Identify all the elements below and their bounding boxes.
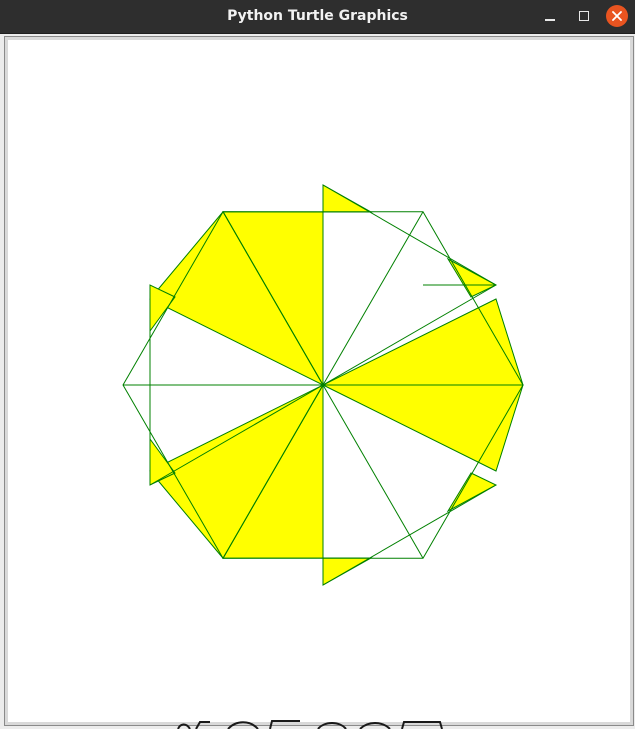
maximize-button[interactable] (573, 5, 595, 27)
minimize-button[interactable] (539, 5, 561, 27)
title-bar[interactable]: Python Turtle Graphics (0, 0, 635, 34)
canvas-frame (4, 36, 634, 726)
yellow-sector-lower-right (322, 384, 524, 472)
turtle-canvas[interactable] (8, 40, 630, 722)
spike-upper-right (446, 257, 498, 298)
spike-lower-right (446, 472, 498, 513)
minimize-icon (545, 19, 555, 21)
pen-line-12 (322, 484, 497, 586)
pen-line-10 (322, 184, 497, 286)
close-icon (612, 11, 622, 21)
maximize-icon (579, 11, 589, 21)
yellow-sector-upper-right (322, 298, 524, 386)
close-button[interactable] (606, 5, 628, 27)
turtle-drawing (122, 184, 524, 586)
turtle-window: Python Turtle Graphics (0, 0, 635, 729)
background-window-fragment (0, 712, 635, 729)
